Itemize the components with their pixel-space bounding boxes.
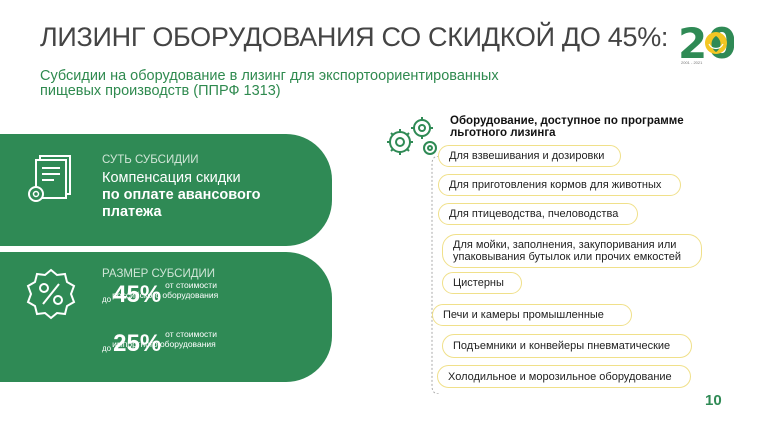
equipment-item: Подъемники и конвейеры пневматические — [442, 334, 692, 358]
essence-line2: по оплате авансового — [102, 187, 261, 203]
desc-line2: российского оборудования — [112, 290, 219, 300]
percent-desc: от стоимости импортного оборудования — [112, 329, 217, 349]
logo-years: 2001 - 2021 — [681, 60, 703, 65]
essence-line3: платежа — [102, 204, 162, 220]
desc-line1: от стоимости — [165, 329, 217, 339]
subsidy-row-russian: до45% от стоимости российского оборудовани… — [102, 280, 218, 309]
desc-line1: от стоимости — [165, 280, 217, 290]
percent-desc: от стоимости российского оборудования — [112, 280, 218, 300]
desc-line2: импортного оборудования — [112, 339, 216, 349]
equipment-item: Цистерны — [442, 272, 522, 294]
gears-icon — [387, 117, 437, 155]
equipment-item: Для взвешивания и дозировки — [438, 145, 621, 167]
page-number: 10 — [705, 392, 722, 409]
percent-badge-icon — [26, 268, 76, 320]
equipment-item: Холодильное и морозильное оборудование — [437, 365, 691, 388]
equipment-title: Оборудование, доступное по программе льг… — [450, 115, 684, 139]
equipment-item: Печи и камеры промышленные — [432, 304, 632, 326]
page-subtitle: Субсидии на оборудование в лизинг для эк… — [40, 68, 499, 99]
page-title: ЛИЗИНГ ОБОРУДОВАНИЯ СО СКИДКОЙ ДО 45%: — [40, 22, 669, 52]
essence-text: Компенсация скидки по оплате авансового … — [102, 170, 302, 221]
equipment-item: Для приготовления кормов для животных — [438, 174, 681, 196]
subsidy-size-card: РАЗМЕР СУБСИДИИ до45% от стоимости российс… — [0, 252, 332, 382]
essence-label: СУТЬ СУБСИДИИ — [102, 154, 199, 166]
equipment-item: Для мойки, заполнения, закупоривания или… — [442, 234, 702, 268]
list-bracket — [431, 156, 440, 394]
prefix: до — [102, 295, 112, 304]
document-gear-icon — [28, 155, 71, 202]
subsidy-essence-card: СУТЬ СУБСИДИИ Компенсация скидки по опла… — [0, 134, 332, 246]
essence-line1: Компенсация скидки — [102, 170, 241, 186]
equipment-item: Для птицеводства, пчеловодства — [438, 203, 638, 225]
subsidy-row-imported: до25% от стоимости импортного оборудования — [102, 329, 217, 358]
size-label: РАЗМЕР СУБСИДИИ — [102, 268, 216, 280]
prefix: до — [102, 344, 112, 353]
